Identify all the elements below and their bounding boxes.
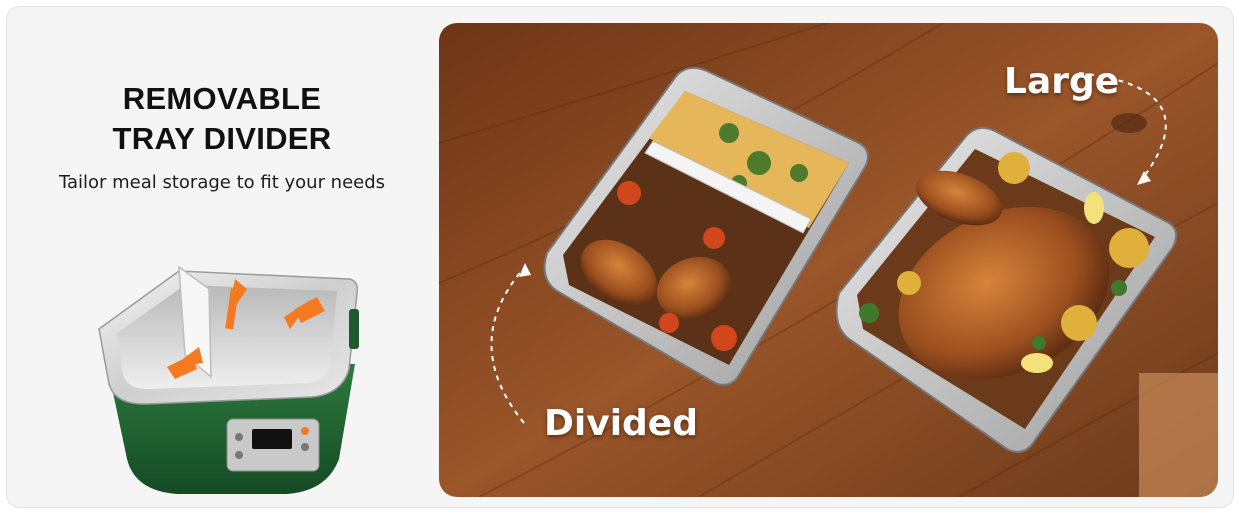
lid-clip [349,309,359,349]
digital-display [252,429,292,449]
wood-knot [1111,113,1147,133]
food-photo: Large Divided [439,23,1218,497]
feature-subtitle: Tailor meal storage to fit your needs [58,172,386,193]
lunchbox-product-image [98,265,359,494]
chair-back [1139,373,1218,497]
control-button-icon [235,451,243,459]
control-button-icon [235,433,243,441]
feature-title-line1: REMOVABLE [122,81,322,116]
label-divided: Divided [544,403,698,444]
feature-banner: REMOVABLE TRAY DIVIDER Tailor meal stora… [6,6,1234,508]
control-button-icon [301,443,309,451]
label-large: Large [1004,61,1120,102]
feature-title-line2: TRAY DIVIDER [112,121,332,156]
power-button-icon [301,427,309,435]
feature-title: REMOVABLE TRAY DIVIDER [7,79,437,159]
